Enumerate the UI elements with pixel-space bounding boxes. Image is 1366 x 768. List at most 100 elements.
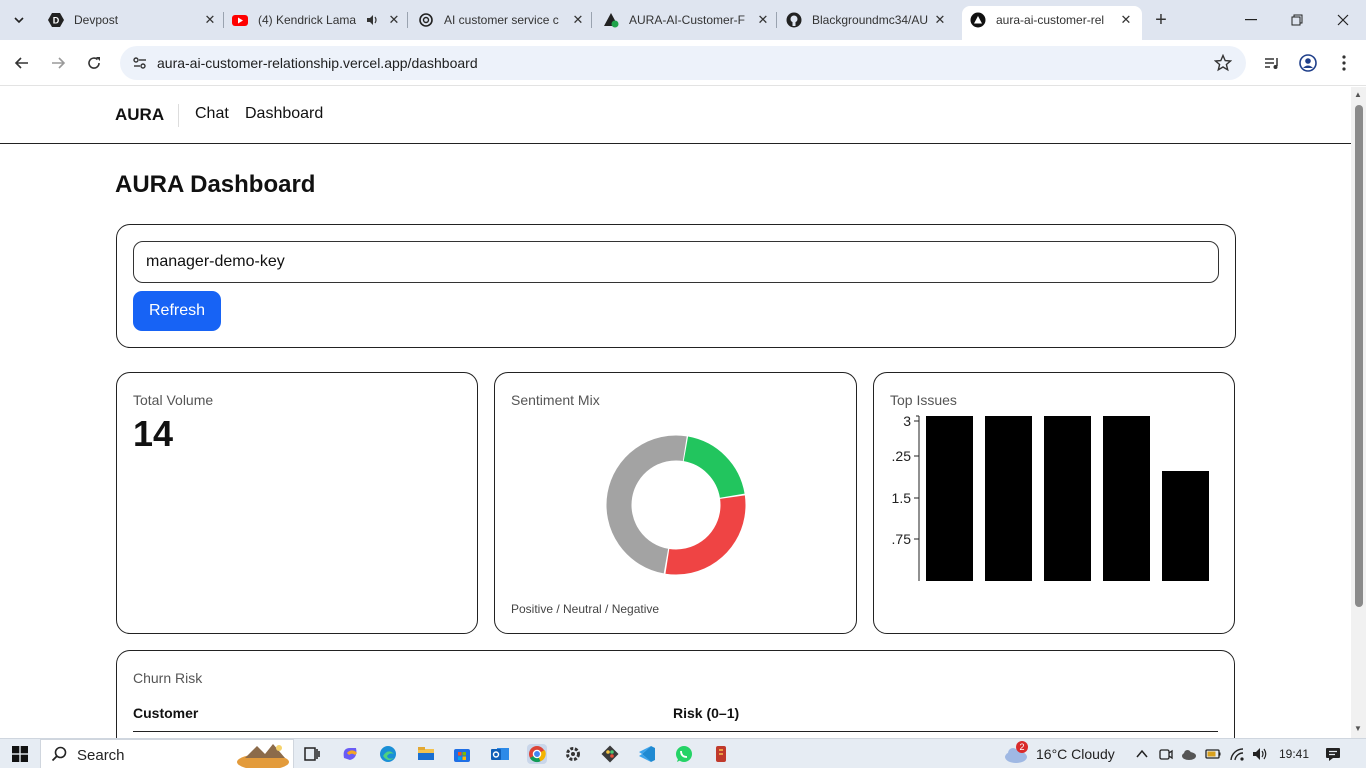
close-window-button[interactable] [1320,0,1366,40]
close-icon [1337,14,1349,26]
top-issues-bar-chart: 3 .25 1.5 .75 [892,413,1209,581]
close-icon[interactable]: ✕ [202,12,218,28]
youtube-icon [232,12,248,28]
card-label: Top Issues [890,392,957,408]
address-bar[interactable]: aura-ai-customer-relationship.vercel.app… [120,46,1246,80]
app-icon[interactable] [711,744,731,764]
browser-tab-openai[interactable]: AI customer service c ✕ [418,6,586,34]
taskbar-search-box[interactable]: Search [40,739,294,768]
nav-divider [178,104,179,127]
tab-search-button[interactable] [6,8,32,32]
volume-icon[interactable] [1252,746,1268,762]
vscode-icon[interactable] [637,744,657,764]
notification-badge: 2 [1016,741,1028,753]
search-highlight-icon [237,744,289,768]
browser-tab-aura-project[interactable]: AURA-AI-Customer-F ✕ [603,6,771,34]
reload-button[interactable] [82,51,106,75]
windows-start-icon[interactable] [12,746,28,762]
wifi-icon[interactable] [1229,746,1245,762]
tab-title: aura-ai-customer-rel [996,13,1105,27]
tab-separator [776,12,777,28]
scroll-thumb[interactable] [1355,105,1363,607]
clock-time[interactable]: 19:41 [1279,747,1309,761]
scroll-down-icon[interactable]: ▼ [1354,724,1362,733]
y-tick-label: 3 [903,413,911,429]
arrow-left-icon [14,57,28,69]
page-scrollbar[interactable]: ▲ ▼ [1351,87,1366,738]
card-label: Sentiment Mix [511,392,600,408]
brand-logo[interactable]: AURA [115,105,164,125]
total-volume-value: 14 [133,413,174,454]
tab-title: Blackgroundmc34/AU [812,13,929,27]
task-view-icon[interactable] [302,744,322,764]
arrow-right-icon [52,57,66,69]
close-icon[interactable]: ✕ [1118,12,1134,28]
card-label: Total Volume [133,392,214,408]
onedrive-cloud-icon[interactable] [1181,746,1197,762]
close-icon[interactable]: ✕ [386,12,402,28]
chrome-icon[interactable] [527,744,547,764]
restore-icon [1291,14,1303,26]
issue-bar-2 [1044,416,1091,581]
new-tab-button[interactable]: + [1150,9,1172,31]
more-vertical-icon [1342,55,1346,71]
y-tick-label: 1.5 [892,490,912,506]
scroll-up-icon[interactable]: ▲ [1354,90,1362,99]
notifications-icon[interactable] [1325,746,1341,762]
api-key-card: Refresh [116,224,1236,348]
weather-text[interactable]: 16°C Cloudy [1036,746,1115,762]
copilot-icon[interactable] [340,744,360,764]
issue-bar-0 [926,416,973,581]
close-icon[interactable]: ✕ [932,12,948,28]
page-viewport: AURA Chat Dashboard AURA Dashboard Refre… [0,87,1351,738]
issue-bar-4 [1162,471,1209,581]
churn-risk-card: Churn Risk Customer Risk (0–1) [116,650,1235,738]
back-button[interactable] [10,51,34,75]
browser-tab-youtube[interactable]: (4) Kendrick Lama ✕ [232,6,402,34]
api-key-input[interactable] [133,241,1219,283]
sentiment-legend-note: Positive / Neutral / Negative [511,602,660,616]
svg-text:D: D [53,16,60,26]
whatsapp-icon[interactable] [674,744,694,764]
battery-icon[interactable] [1205,746,1221,762]
microsoft-store-icon[interactable] [452,744,472,764]
nav-link-chat[interactable]: Chat [195,105,229,123]
card-label: Churn Risk [133,670,203,686]
vercel-project-icon [603,12,619,28]
file-explorer-icon[interactable] [416,744,436,764]
camera-app-icon[interactable] [1158,746,1174,762]
sentiment-donut-chart [606,435,746,575]
browser-tab-devpost[interactable]: D Devpost ✕ [48,6,218,34]
restore-button[interactable] [1274,0,1320,40]
tab-title: AURA-AI-Customer-F [629,13,746,27]
bookmark-star-icon[interactable] [1214,54,1232,72]
devpost-icon: D [48,12,64,28]
chevron-up-icon[interactable] [1134,746,1150,762]
reload-icon [88,57,100,69]
search-icon [51,746,67,762]
settings-gear-icon[interactable] [563,744,583,764]
forward-button[interactable] [46,51,70,75]
browser-tab-aura-dashboard[interactable]: aura-ai-customer-rel ✕ [962,6,1142,40]
browser-menu-button[interactable] [1332,51,1356,75]
media-controls-button[interactable] [1260,51,1284,75]
outlook-icon[interactable] [490,744,510,764]
close-icon[interactable]: ✕ [570,12,586,28]
nav-link-dashboard[interactable]: Dashboard [245,105,323,123]
minimize-button[interactable] [1228,0,1274,40]
tab-title: AI customer service c [444,13,559,27]
profile-button[interactable] [1296,51,1320,75]
sentiment-card: Sentiment Mix Positive / Neutral / Negat… [494,372,857,634]
site-settings-icon[interactable] [132,55,148,71]
page-title: AURA Dashboard [115,171,316,198]
media-queue-icon [1265,58,1278,69]
speaker-icon[interactable] [364,12,380,28]
tab-title: Devpost [74,13,119,27]
edge-icon[interactable] [378,744,398,764]
issue-bar-3 [1103,416,1150,581]
browser-tab-github[interactable]: Blackgroundmc34/AU ✕ [786,6,948,34]
github-icon [786,12,802,28]
close-icon[interactable]: ✕ [755,12,771,28]
git-icon[interactable] [600,744,620,764]
refresh-button[interactable]: Refresh [133,291,221,331]
